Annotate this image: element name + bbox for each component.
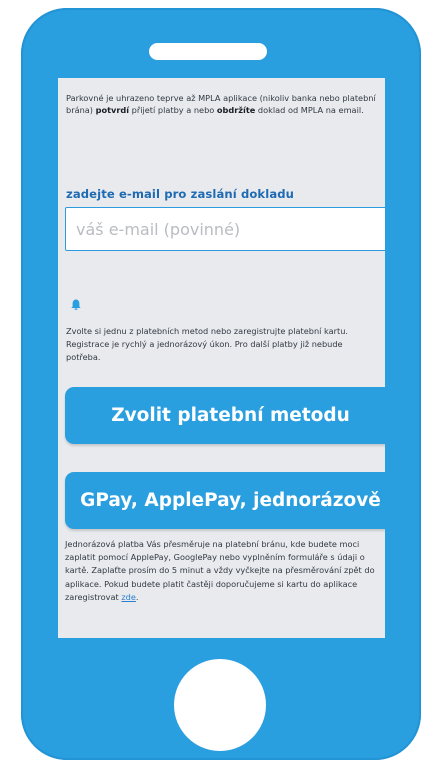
phone-frame: Parkovné je uhrazeno teprve až MPLA apli… <box>21 8 421 760</box>
one-time-note-text: Jednorázová platba Vás přesměruje na pla… <box>65 539 375 602</box>
phone-speaker <box>149 43 267 60</box>
info-text-3: doklad od MPLA na email. <box>255 105 364 115</box>
one-time-payment-note: Jednorázová platba Vás přesměruje na pla… <box>65 538 385 604</box>
info-bold-confirm: potvrdí <box>95 105 130 115</box>
phone-screen: Parkovné je uhrazeno teprve až MPLA apli… <box>58 78 385 638</box>
register-card-link[interactable]: zde <box>121 592 136 602</box>
payment-info-text: Parkovné je uhrazeno teprve až MPLA apli… <box>66 92 381 116</box>
info-text-2: přijetí platby a nebo <box>129 105 217 115</box>
info-bold-receive: obdržíte <box>216 105 256 115</box>
home-button[interactable] <box>174 659 266 751</box>
choose-payment-method-button[interactable]: Zvolit platební metodu <box>65 387 385 444</box>
one-time-note-end: . <box>135 591 139 602</box>
one-time-payment-button[interactable]: GPay, ApplePay, jednorázově <box>65 472 385 529</box>
payment-methods-note: Zvolte si jednu z platebních metod nebo … <box>66 326 349 362</box>
email-label: zadejte e-mail pro zaslání dokladu <box>66 187 294 201</box>
email-input[interactable] <box>65 207 385 251</box>
bell-icon <box>71 299 81 310</box>
